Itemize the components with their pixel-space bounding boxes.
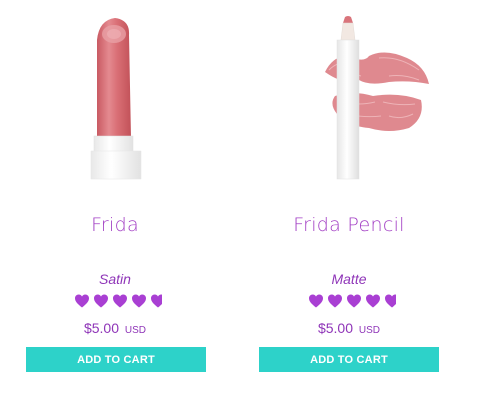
- product-image-lip-pencil[interactable]: [249, 10, 449, 185]
- product-price: $5.00 USD: [15, 320, 215, 336]
- half-heart-icon: [384, 293, 396, 309]
- heart-icon: [308, 293, 324, 309]
- add-to-cart-button[interactable]: ADD TO CART: [26, 347, 206, 372]
- heart-icon: [365, 293, 381, 309]
- product-finish: Satin: [99, 271, 131, 287]
- heart-icon: [112, 293, 128, 309]
- product-finish: Matte: [331, 271, 367, 287]
- add-to-cart-button[interactable]: ADD TO CART: [259, 347, 439, 372]
- product-card: Frida Pencil Matte $5.00 USD ADD TO CART: [249, 0, 449, 404]
- price-currency: USD: [358, 325, 381, 336]
- half-heart-icon: [150, 293, 162, 309]
- product-name[interactable]: Frida: [15, 214, 215, 236]
- heart-icon: [131, 293, 147, 309]
- product-image-lipstick[interactable]: [15, 10, 215, 185]
- product-price: $5.00 USD: [249, 320, 449, 336]
- product-name[interactable]: Frida Pencil: [249, 214, 449, 236]
- heart-icon: [74, 293, 90, 309]
- product-card: Frida Satin $5.00 USD ADD TO CART: [15, 0, 215, 404]
- price-amount: $5.00: [83, 320, 120, 336]
- rating-hearts: [308, 293, 396, 311]
- price-currency: USD: [124, 325, 147, 336]
- heart-icon: [346, 293, 362, 309]
- heart-icon: [93, 293, 109, 309]
- heart-icon: [327, 293, 343, 309]
- rating-hearts: [74, 293, 162, 311]
- price-amount: $5.00: [317, 320, 354, 336]
